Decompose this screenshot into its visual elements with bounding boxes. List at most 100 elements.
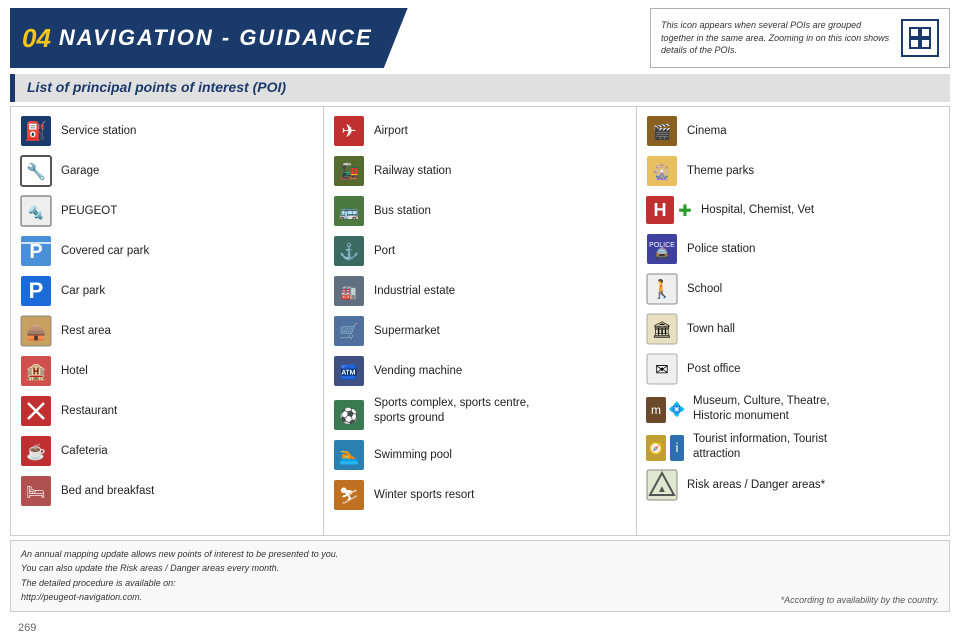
restaurant-label: Restaurant bbox=[61, 404, 117, 419]
peugeot-icon: 🔩 bbox=[19, 194, 53, 228]
list-item: 🔧 Garage bbox=[11, 151, 323, 191]
footer-asterisk: *According to availability by the countr… bbox=[781, 595, 939, 605]
chapter-number: 04 bbox=[22, 23, 51, 54]
footer-line-4: http://peugeot-navigation.com. bbox=[21, 592, 142, 602]
swimming-pool-label: Swimming pool bbox=[374, 448, 452, 463]
museum-label: Museum, Culture, Theatre, Historic monum… bbox=[693, 394, 830, 424]
chapter-title: NAVIGATION - GUIDANCE bbox=[59, 25, 373, 51]
supermarket-icon: 🛒 bbox=[332, 314, 366, 348]
svg-text:🏧: 🏧 bbox=[340, 364, 357, 381]
cinema-label: Cinema bbox=[687, 124, 727, 139]
svg-text:🏊: 🏊 bbox=[339, 448, 359, 465]
list-item: POLICE 🚔 Police station bbox=[637, 229, 949, 269]
list-item: 🧭 i Tourist information, Tourist attract… bbox=[637, 427, 949, 465]
svg-text:⛽: ⛽ bbox=[25, 120, 47, 141]
list-item: 🏛 Town hall bbox=[637, 309, 949, 349]
covered-car-park-icon: P bbox=[19, 234, 53, 268]
supermarket-label: Supermarket bbox=[374, 324, 440, 339]
cinema-icon: 🎬 bbox=[645, 114, 679, 148]
grid-icon bbox=[901, 19, 939, 57]
swimming-pool-icon: 🏊 bbox=[332, 438, 366, 472]
theme-parks-icon: 🎡 bbox=[645, 154, 679, 188]
hospital-label: Hospital, Chemist, Vet bbox=[701, 203, 814, 218]
list-item: ✉ Post office bbox=[637, 349, 949, 389]
svg-text:P: P bbox=[29, 241, 42, 263]
svg-text:✉: ✉ bbox=[655, 362, 668, 379]
svg-text:🚔: 🚔 bbox=[655, 246, 670, 260]
svg-text:🚂: 🚂 bbox=[339, 162, 359, 181]
port-label: Port bbox=[374, 244, 395, 259]
risk-areas-label: Risk areas / Danger areas* bbox=[687, 478, 825, 493]
airport-label: Airport bbox=[374, 124, 408, 139]
svg-text:✚: ✚ bbox=[678, 203, 691, 220]
footer-line-3: The detailed procedure is available on: bbox=[21, 578, 176, 588]
car-park-label: Car park bbox=[61, 284, 105, 299]
svg-text:🏭: 🏭 bbox=[341, 285, 357, 300]
covered-car-park-label: Covered car park bbox=[61, 244, 149, 259]
page-number: 269 bbox=[18, 622, 36, 634]
car-park-icon: P bbox=[19, 274, 53, 308]
risk-areas-icon: ▲ bbox=[645, 468, 679, 502]
hospital-icon: H ✚ bbox=[645, 195, 693, 225]
hotel-icon: 🏨 bbox=[19, 354, 53, 388]
svg-text:🏨: 🏨 bbox=[26, 363, 46, 381]
bus-station-icon: 🚌 bbox=[332, 194, 366, 228]
list-item: 🛒 Supermarket bbox=[324, 311, 636, 351]
svg-text:☕: ☕ bbox=[26, 442, 46, 461]
police-station-icon: POLICE 🚔 bbox=[645, 232, 679, 266]
svg-text:🚶: 🚶 bbox=[651, 278, 673, 299]
list-item: ▲ Risk areas / Danger areas* bbox=[637, 465, 949, 505]
list-item: 🛖 Rest area bbox=[11, 311, 323, 351]
port-icon: ⚓ bbox=[332, 234, 366, 268]
list-item: 🏧 Vending machine bbox=[324, 351, 636, 391]
svg-text:⚓: ⚓ bbox=[339, 242, 359, 261]
industrial-estate-icon: 🏭 bbox=[332, 274, 366, 308]
svg-text:💠: 💠 bbox=[669, 401, 685, 418]
subtitle-text: List of principal points of interest (PO… bbox=[27, 79, 286, 95]
sports-complex-icon: ⚽ bbox=[332, 398, 366, 432]
svg-text:m: m bbox=[651, 403, 661, 417]
svg-text:🚌: 🚌 bbox=[339, 204, 359, 221]
list-item: 🚌 Bus station bbox=[324, 191, 636, 231]
svg-text:H: H bbox=[654, 200, 667, 220]
list-item: ⚓ Port bbox=[324, 231, 636, 271]
svg-text:🏛: 🏛 bbox=[652, 321, 672, 339]
list-item: 🔩 PEUGEOT bbox=[11, 191, 323, 231]
hotel-label: Hotel bbox=[61, 364, 88, 379]
svg-text:🛖: 🛖 bbox=[26, 323, 46, 341]
list-item: 🚂 Railway station bbox=[324, 151, 636, 191]
town-hall-label: Town hall bbox=[687, 322, 735, 337]
poi-column-1: ⛽ Service station 🔧 Garage 🔩 PEUGEOT P bbox=[11, 107, 324, 535]
list-item: ⛷ Winter sports resort bbox=[324, 475, 636, 515]
poi-list: ⛽ Service station 🔧 Garage 🔩 PEUGEOT P bbox=[10, 106, 950, 536]
list-item: 🛏 Bed and breakfast bbox=[11, 471, 323, 511]
vending-machine-label: Vending machine bbox=[374, 364, 462, 379]
winter-sports-icon: ⛷ bbox=[332, 478, 366, 512]
svg-text:🛏: 🛏 bbox=[26, 484, 45, 501]
poi-column-2: ✈ Airport 🚂 Railway station 🚌 Bus st bbox=[324, 107, 637, 535]
svg-text:⛷: ⛷ bbox=[339, 487, 359, 505]
garage-label: Garage bbox=[61, 164, 99, 179]
sports-complex-label: Sports complex, sports centre, sports gr… bbox=[374, 396, 529, 426]
list-item: H ✚ Hospital, Chemist, Vet bbox=[637, 191, 949, 229]
list-item: 🚶 School bbox=[637, 269, 949, 309]
garage-icon: 🔧 bbox=[19, 154, 53, 188]
school-icon: 🚶 bbox=[645, 272, 679, 306]
svg-text:🎡: 🎡 bbox=[653, 163, 672, 181]
service-station-icon: ⛽ bbox=[19, 114, 53, 148]
bed-breakfast-label: Bed and breakfast bbox=[61, 484, 154, 499]
restaurant-icon: ✕ bbox=[19, 394, 53, 428]
footer-area: An annual mapping update allows new poin… bbox=[10, 540, 950, 612]
header-note-box: This icon appears when several POIs are … bbox=[650, 8, 950, 68]
list-item: 🎡 Theme parks bbox=[637, 151, 949, 191]
svg-text:🔩: 🔩 bbox=[28, 205, 44, 220]
list-item: ⚽ Sports complex, sports centre, sports … bbox=[324, 391, 636, 435]
cafeteria-icon: ☕ bbox=[19, 434, 53, 468]
svg-text:✈: ✈ bbox=[341, 121, 356, 141]
footer-line-2: You can also update the Risk areas / Dan… bbox=[21, 563, 279, 573]
service-station-label: Service station bbox=[61, 124, 136, 139]
tourist-info-label: Tourist information, Tourist attraction bbox=[693, 432, 827, 462]
list-item: ✈ Airport bbox=[324, 111, 636, 151]
subtitle-bar: List of principal points of interest (PO… bbox=[10, 74, 950, 102]
vending-machine-icon: 🏧 bbox=[332, 354, 366, 388]
